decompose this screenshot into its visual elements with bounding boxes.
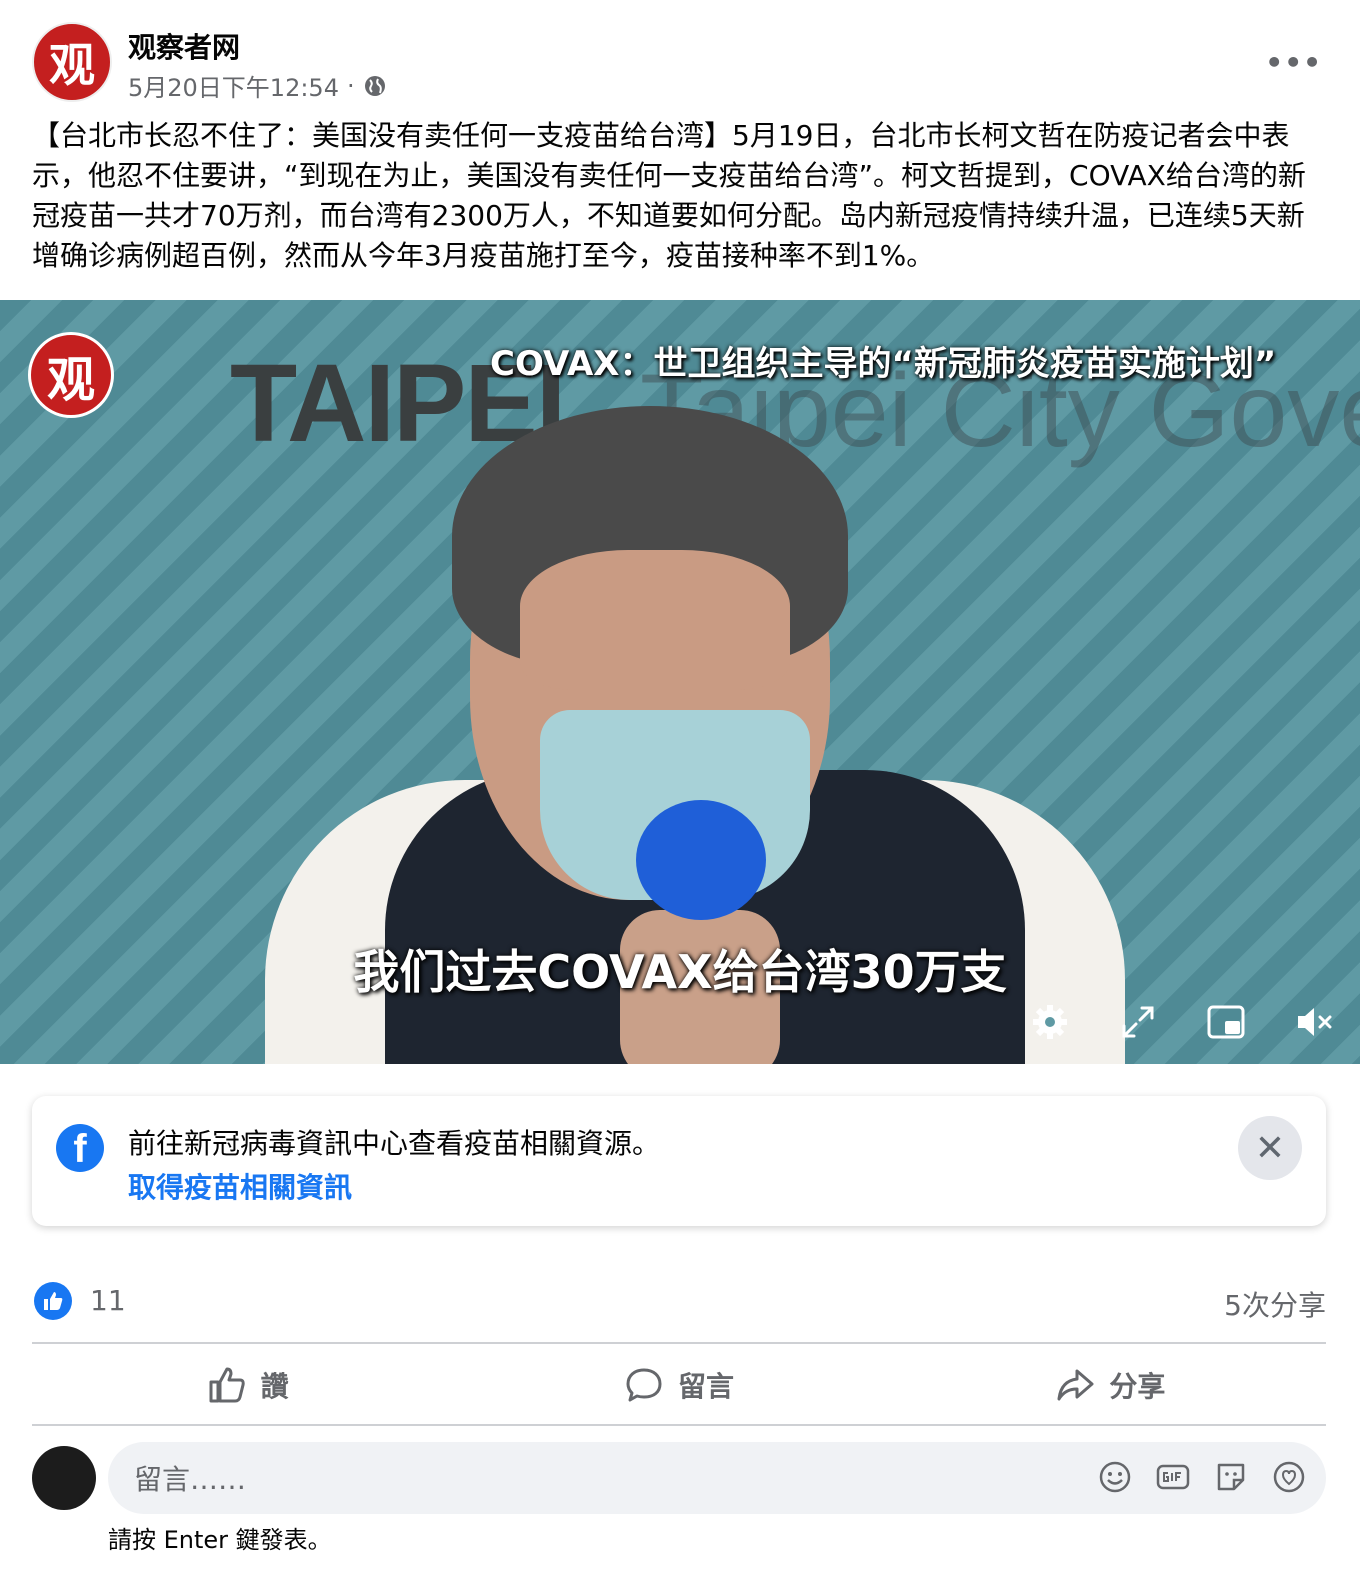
close-icon[interactable]: ✕	[1238, 1116, 1302, 1180]
divider	[32, 1424, 1326, 1426]
video-controls	[1030, 1002, 1334, 1042]
post-meta: 5月20日下午12:54 ·	[128, 68, 387, 103]
user-avatar[interactable]	[32, 1446, 96, 1510]
covid-info-card: f 前往新冠病毒資訊中心查看疫苗相關資源。 取得疫苗相關資訊 ✕	[32, 1096, 1326, 1226]
settings-icon[interactable]	[1030, 1002, 1070, 1042]
like-reaction-icon[interactable]	[34, 1282, 72, 1320]
video-subtitle: 我们过去COVAX给台湾30万支	[353, 945, 1007, 999]
vaccine-info-link[interactable]: 取得疫苗相關資訊	[128, 1166, 352, 1206]
emoji-icon[interactable]	[1098, 1460, 1132, 1494]
comment-label: 留言	[677, 1370, 734, 1403]
page-avatar[interactable]: 观	[32, 22, 112, 102]
post-message: 【台北市长忍不住了：美国没有卖任何一支疫苗给台湾】5月19日，台北市长柯文哲在防…	[32, 119, 1306, 272]
meta-separator: ·	[346, 71, 355, 100]
gif-icon[interactable]	[1156, 1460, 1190, 1494]
microphone-head	[636, 800, 766, 920]
globe-icon	[364, 75, 385, 96]
enter-to-post-hint: 請按 Enter 鍵發表。	[108, 1526, 332, 1554]
share-count[interactable]: 5次分享	[1224, 1284, 1326, 1324]
like-label: 讚	[260, 1370, 289, 1403]
sticker-icon[interactable]	[1214, 1460, 1248, 1494]
info-card-text: 前往新冠病毒資訊中心查看疫苗相關資源。	[128, 1127, 661, 1160]
divider	[32, 1342, 1326, 1344]
more-options-icon[interactable]: •••	[1265, 46, 1322, 79]
comment-composer: 留言……	[32, 1442, 1326, 1518]
comment-tools	[1098, 1460, 1306, 1494]
video-watermark-logo: 观	[28, 332, 114, 418]
post-header: 观 观察者网 5月20日下午12:54 · •••	[32, 22, 1332, 104]
reaction-stats: 11 5次分享	[32, 1280, 1326, 1324]
avatar-sticker-icon[interactable]	[1272, 1460, 1306, 1494]
thumbs-up-icon	[209, 1367, 245, 1403]
share-arrow-icon	[1057, 1369, 1094, 1401]
speaker-face	[520, 550, 790, 690]
comment-button[interactable]: 留言	[463, 1346, 894, 1424]
muted-volume-icon[interactable]	[1294, 1002, 1334, 1042]
comment-input[interactable]: 留言……	[108, 1442, 1326, 1514]
like-button[interactable]: 讚	[32, 1346, 463, 1424]
video-top-caption: COVAX：世卫组织主导的“新冠肺炎疫苗实施计划”	[490, 344, 1277, 384]
fullscreen-icon[interactable]	[1118, 1002, 1158, 1042]
post-timestamp[interactable]: 5月20日下午12:54	[128, 68, 339, 103]
comment-placeholder: 留言……	[134, 1463, 247, 1496]
page-name-link[interactable]: 观察者网	[128, 26, 240, 66]
facebook-logo-icon: f	[56, 1124, 104, 1172]
comment-bubble-icon	[626, 1368, 662, 1402]
picture-in-picture-icon[interactable]	[1206, 1002, 1246, 1042]
video-player[interactable]: Taipei City Gover TAIPEI 观 COVAX：世卫组织主导的…	[0, 300, 1360, 1064]
share-label: 分享	[1109, 1370, 1166, 1403]
like-count[interactable]: 11	[90, 1284, 126, 1317]
post-actions: 讚 留言 分享	[32, 1346, 1326, 1424]
share-button[interactable]: 分享	[895, 1346, 1326, 1424]
